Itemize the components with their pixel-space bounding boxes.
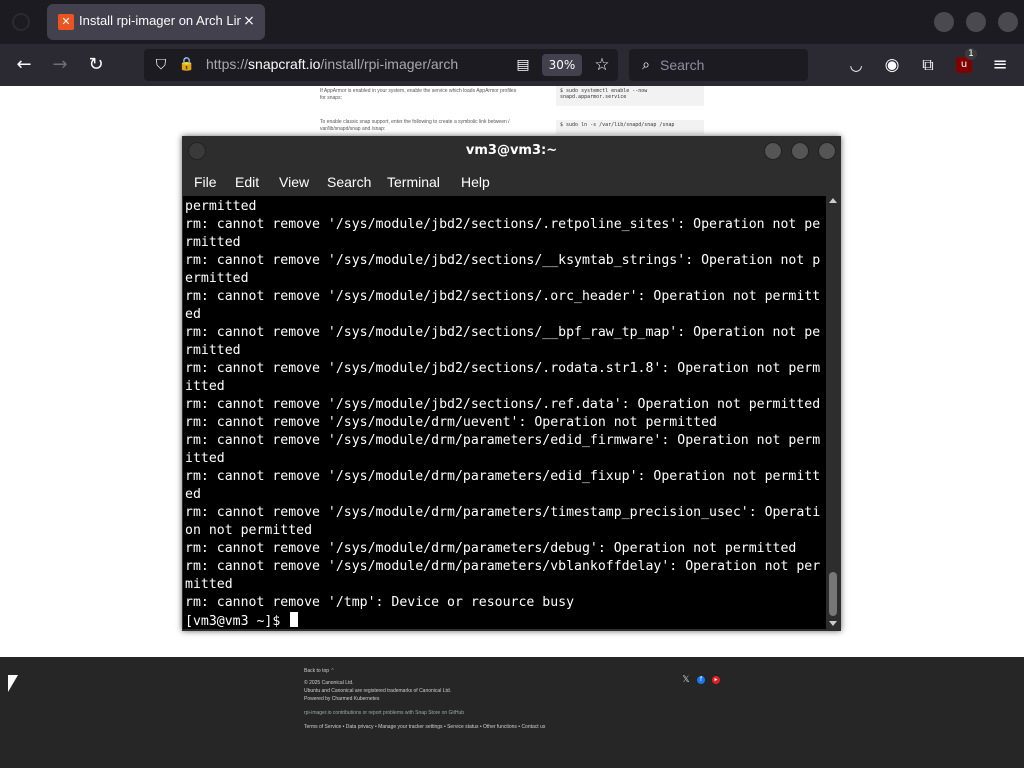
back-to-top-link[interactable]: Back to top ⌃ — [304, 668, 335, 674]
firefox-view-icon[interactable] — [12, 13, 30, 31]
terminal-line: on not permitted — [185, 523, 313, 538]
extensions-icon[interactable]: ⧉ — [916, 53, 940, 77]
browser-tab[interactable]: ✕ Install rpi-imager on Arch Linux | Sna… — [47, 4, 265, 40]
terminal-line: rm: cannot remove '/sys/module/jbd2/sect… — [185, 289, 821, 304]
terminal-line: rmitted — [185, 235, 241, 250]
ublock-icon[interactable]: u 1 — [952, 48, 977, 77]
reload-icon[interactable]: ↻ — [84, 53, 108, 77]
terminal-scrollbar[interactable] — [826, 196, 840, 629]
terminal-maximize-icon[interactable] — [791, 142, 809, 160]
code-block: $ sudo systemctl enable --now snapd.appa… — [556, 86, 704, 106]
url-bar[interactable]: ⛉ 🔒 https://snapcraft.io/install/rpi-ima… — [144, 49, 618, 81]
menu-edit[interactable]: Edit — [235, 174, 259, 190]
mouse-pointer-icon — [8, 675, 18, 692]
terminal-output-lines: permitted rm: cannot remove '/sys/module… — [185, 199, 820, 610]
scroll-down-icon[interactable] — [829, 621, 837, 626]
terminal-line: ermitted — [185, 271, 249, 286]
tracking-protection-icon[interactable]: ⛉ — [152, 56, 170, 74]
terminal-line: permitted — [185, 199, 257, 214]
url-text[interactable]: https://snapcraft.io/install/rpi-imager/… — [206, 56, 458, 72]
terminal-line: rmitted — [185, 343, 241, 358]
terminal-line: rm: cannot remove '/tmp': Device or reso… — [185, 595, 575, 610]
lock-icon[interactable]: 🔒 — [178, 56, 196, 74]
menu-search[interactable]: Search — [327, 174, 371, 190]
terminal-menubar: File Edit View Search Terminal Help — [182, 166, 841, 196]
terminal-screen[interactable]: permitted rm: cannot remove '/sys/module… — [183, 196, 826, 629]
terminal-cursor — [290, 612, 299, 627]
youtube-icon[interactable]: ▸ — [712, 676, 720, 684]
terminal-titlebar[interactable]: vm3@vm3:~ — [182, 136, 841, 166]
doc-line: var/lib/snapd/snap and /snap: — [320, 126, 386, 132]
doc-line: for snaps: — [320, 95, 342, 101]
menu-file[interactable]: File — [194, 174, 217, 190]
terminal-line: ed — [185, 487, 201, 502]
menu-help[interactable]: Help — [461, 174, 490, 190]
forward-icon[interactable]: → — [48, 53, 72, 77]
pocket-icon[interactable]: ◡ — [844, 53, 868, 77]
scroll-up-icon[interactable] — [829, 198, 837, 203]
terminal-window[interactable]: vm3@vm3:~ File Edit View Search Terminal… — [182, 136, 841, 631]
terminal-line: rm: cannot remove '/sys/module/drm/param… — [185, 469, 821, 484]
tab-title: Install rpi-imager on Arch Linux | Snap … — [79, 13, 241, 28]
navigation-toolbar: ← → ↻ ⛉ 🔒 https://snapcraft.io/install/r… — [0, 44, 1024, 86]
footer-line: © 2025 Canonical Ltd. — [304, 680, 354, 686]
terminal-line: itted — [185, 451, 225, 466]
footer-links[interactable]: Terms of Service • Data privacy • Manage… — [304, 724, 545, 730]
minimize-window-icon[interactable] — [934, 12, 954, 32]
back-icon[interactable]: ← — [12, 53, 36, 77]
footer-line: Ubuntu and Canonical are registered trad… — [304, 688, 452, 694]
search-placeholder: Search — [660, 57, 705, 73]
menu-view[interactable]: View — [279, 174, 309, 190]
terminal-line: rm: cannot remove '/sys/module/drm/param… — [185, 505, 821, 520]
terminal-line: mitted — [185, 577, 233, 592]
terminal-close-icon[interactable] — [818, 142, 836, 160]
url-scheme: https:// — [206, 56, 249, 72]
url-host: snapcraft.io — [248, 56, 321, 72]
zoom-level-button[interactable]: 30% — [542, 54, 582, 76]
code-block: $ sudo ln -s /var/lib/snapd/snap /snap — [556, 120, 704, 134]
terminal-line: rm: cannot remove '/sys/module/drm/param… — [185, 559, 821, 574]
x-twitter-icon[interactable]: 𝕏 — [682, 676, 690, 685]
menu-hamburger-icon[interactable]: ≡ — [988, 53, 1012, 77]
facebook-icon[interactable]: f — [697, 676, 705, 684]
menu-terminal[interactable]: Terminal — [387, 174, 440, 190]
extension-badge: 1 — [965, 48, 977, 60]
terminal-line: rm: cannot remove '/sys/module/drm/param… — [185, 541, 797, 556]
code-line: snapd.apparmor.service — [560, 94, 627, 100]
tab-close-icon[interactable]: × — [241, 12, 257, 30]
search-icon: ⌕ — [642, 57, 650, 73]
reader-view-icon[interactable]: ▤ — [514, 56, 532, 74]
terminal-output: permitted rm: cannot remove '/sys/module… — [185, 198, 820, 629]
terminal-line: itted — [185, 379, 225, 394]
terminal-line: rm: cannot remove '/sys/module/jbd2/sect… — [185, 361, 821, 376]
terminal-line: rm: cannot remove '/sys/module/jbd2/sect… — [185, 397, 821, 412]
terminal-line: rm: cannot remove '/sys/module/jbd2/sect… — [185, 325, 821, 340]
account-icon[interactable]: ◉ — [880, 53, 904, 77]
browser-tab-bar: ✕ Install rpi-imager on Arch Linux | Sna… — [0, 0, 1024, 44]
footer-line: Powered by Charmed Kubernetes — [304, 696, 380, 702]
bookmark-star-icon[interactable]: ☆ — [592, 55, 612, 75]
scrollbar-thumb[interactable] — [829, 572, 837, 616]
terminal-title: vm3@vm3:~ — [465, 143, 558, 158]
terminal-line: rm: cannot remove '/sys/module/drm/param… — [185, 433, 821, 448]
terminal-line: rm: cannot remove '/sys/module/jbd2/sect… — [185, 253, 821, 268]
url-path: /install/rpi-imager/arch — [320, 56, 459, 72]
doc-line: If AppArmor is enabled in your system, e… — [320, 88, 517, 94]
search-bar[interactable]: ⌕ Search — [629, 49, 808, 81]
footer-contribute: rpi-imager.io contributions or report pr… — [304, 710, 465, 716]
maximize-window-icon[interactable] — [966, 12, 986, 32]
terminal-line: ed — [185, 307, 201, 322]
terminal-line: rm: cannot remove '/sys/module/drm/ueven… — [185, 415, 717, 430]
close-window-icon[interactable] — [998, 12, 1018, 32]
code-line: $ sudo ln -s /var/lib/snapd/snap /snap — [560, 122, 675, 128]
terminal-minimize-icon[interactable] — [764, 142, 782, 160]
snapcraft-favicon: ✕ — [58, 14, 74, 30]
shell-prompt: [vm3@vm3 ~]$ — [185, 614, 289, 629]
terminal-line: rm: cannot remove '/sys/module/jbd2/sect… — [185, 217, 821, 232]
page-footer: Back to top ⌃ © 2025 Canonical Ltd. Ubun… — [0, 657, 1024, 768]
doc-line: To enable classic snap support, enter th… — [320, 119, 510, 125]
